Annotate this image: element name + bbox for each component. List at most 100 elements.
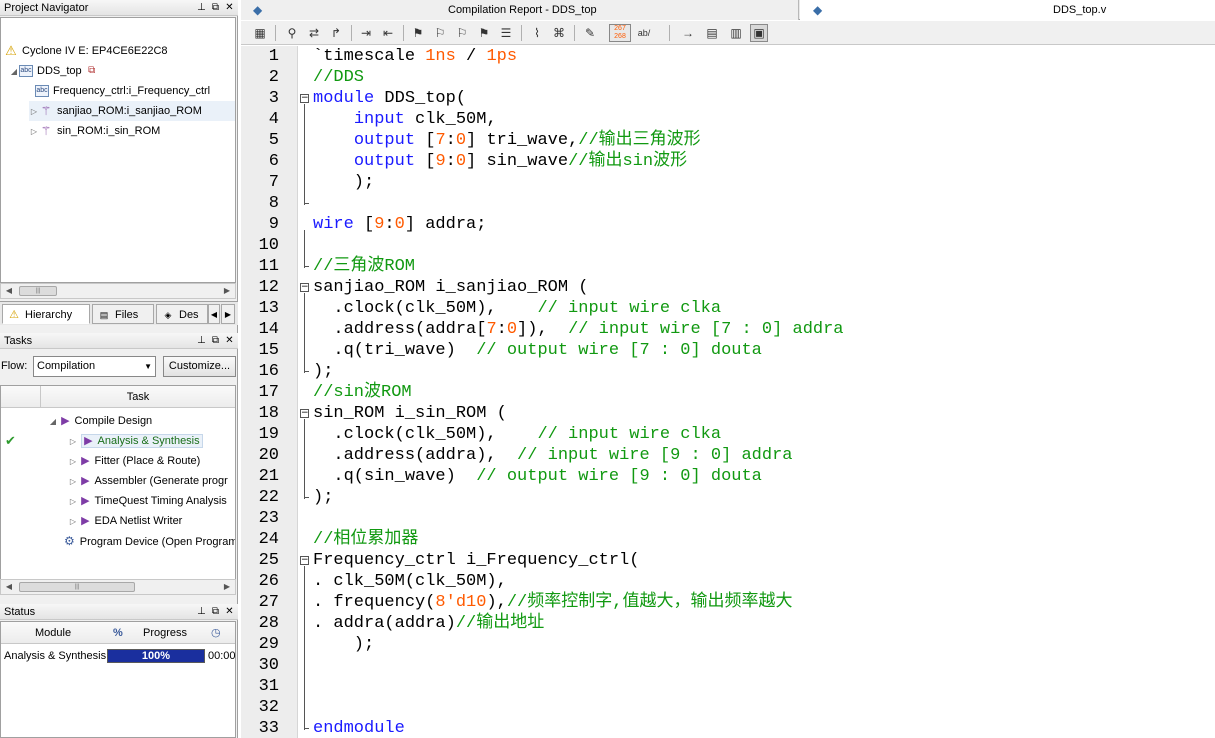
expand-arrow-icon[interactable]: ▷ — [68, 472, 78, 491]
task-row-fitter[interactable]: ▷ ▶ Fitter (Place & Route) — [1, 451, 235, 471]
replace-icon[interactable]: ⇄ — [305, 24, 323, 42]
navigator-horizontal-scrollbar[interactable]: ◀ ||| ▶ — [0, 283, 236, 299]
project-navigator-title: Project Navigator ⊥ ⧉ ✕ — [0, 0, 238, 16]
bookmark-clear-icon[interactable]: ⚑ — [475, 24, 493, 42]
spell-check-icon[interactable]: ab/ — [635, 24, 653, 42]
flow-select-value: Compilation — [37, 360, 96, 372]
fold-toggle-icon[interactable]: − — [300, 283, 309, 292]
device-row[interactable]: ⚠ Cyclone IV E: EP4CE6E22C8 — [4, 41, 167, 61]
pane-controls: ⊥ ⧉ ✕ — [197, 333, 234, 349]
restore-icon[interactable]: ⧉ — [211, 604, 220, 620]
fold-toggle-icon[interactable]: − — [300, 409, 309, 418]
flow-bar: Flow: Compilation ▼ Customize... — [0, 353, 238, 381]
line-number: 25 — [258, 551, 279, 570]
expand-arrow-icon[interactable]: ▷ — [68, 492, 78, 511]
task-label: Fitter (Place & Route) — [94, 455, 201, 467]
scroll-thumb[interactable]: ||| — [19, 582, 135, 592]
indent-icon[interactable]: ⇥ — [357, 24, 375, 42]
task-row-analysis-synthesis[interactable]: ✔ ▷ ▶ Analysis & Synthesis — [1, 431, 235, 451]
expand-arrow-icon[interactable]: ▷ — [29, 122, 39, 142]
flow-select[interactable]: Compilation ▼ — [33, 356, 156, 377]
task-row-compile-design[interactable]: ◢ ▶ Compile Design — [1, 411, 235, 431]
pin-icon[interactable]: ⊥ — [197, 333, 206, 349]
code-line: Frequency_ctrl i_Frequency_ctrl( — [313, 551, 640, 570]
bookmark-list-icon[interactable]: ☰ — [497, 24, 515, 42]
line-numbers-icon[interactable]: 267 268 — [609, 24, 631, 42]
tree-item-label: sin_ROM:i_sin_ROM — [57, 125, 161, 137]
line-number: 24 — [258, 530, 279, 549]
view-split-icon[interactable]: ▥ — [727, 24, 745, 42]
fold-toggle-icon[interactable]: − — [300, 556, 309, 565]
tree-item-frequency-ctrl[interactable]: abc Frequency_ctrl:i_Frequency_ctrl — [35, 81, 210, 101]
pin-icon[interactable]: ⊥ — [197, 0, 206, 16]
goto-line-icon[interactable]: ↱ — [327, 24, 345, 42]
close-icon[interactable]: ✕ — [225, 333, 234, 349]
code-line: output [9:0] sin_wave//输出sin波形 — [353, 152, 688, 171]
status-table: Module % Progress ◷ Analysis & Synthesis… — [0, 621, 236, 738]
template-icon[interactable]: ⌘ — [550, 24, 568, 42]
bookmark-toggle-icon[interactable]: ⚑ — [409, 24, 427, 42]
line-number: 3 — [268, 89, 279, 108]
line-number: 17 — [258, 383, 279, 402]
tab-design-units[interactable]: ◈ Des — [156, 304, 208, 324]
view-full-icon[interactable]: ▣ — [750, 24, 768, 42]
restore-icon[interactable]: ⧉ — [211, 333, 220, 349]
ip-catalog-icon[interactable]: ▦ — [251, 24, 269, 42]
bookmark-prev-icon[interactable]: ⚐ — [453, 24, 471, 42]
unindent-icon[interactable]: ⇤ — [379, 24, 397, 42]
scroll-right-icon[interactable]: ▶ — [220, 285, 234, 297]
scroll-right-icon[interactable]: ▶ — [220, 581, 234, 593]
scroll-left-icon[interactable]: ◀ — [2, 581, 16, 593]
code-line: //DDS — [313, 68, 365, 87]
fold-toggle-icon[interactable]: − — [300, 94, 309, 103]
close-icon[interactable]: ✕ — [225, 0, 234, 16]
collapse-arrow-icon[interactable]: ◢ — [48, 412, 58, 431]
line-number: 22 — [258, 488, 279, 507]
insert-icon[interactable]: → — [679, 24, 697, 42]
task-row-program-device[interactable]: ⚙ Program Device (Open Program — [1, 531, 235, 551]
find-icon[interactable]: ⚲ — [283, 24, 301, 42]
toolbar-separator — [403, 25, 404, 41]
close-icon[interactable]: ✕ — [225, 604, 234, 620]
tab-dds-top-v[interactable]: ◆ DDS_top.v — [800, 0, 1215, 20]
hierarchy-tab-icon: ⚠ — [9, 309, 19, 322]
scroll-thumb[interactable]: ||| — [19, 286, 57, 296]
tab-files[interactable]: ▤ Files — [92, 304, 154, 324]
tab-files-label: Files — [115, 309, 139, 321]
tasks-horizontal-scrollbar[interactable]: ◀ ||| ▶ — [0, 579, 236, 595]
tab-compilation-report[interactable]: ◆ Compilation Report - DDS_top — [241, 0, 799, 20]
code-line: . addra(addra)//输出地址 — [313, 614, 545, 633]
expand-arrow-icon[interactable]: ▷ — [29, 102, 39, 122]
pin-icon[interactable]: ⊥ — [197, 604, 206, 620]
tabs-scroll-left-icon[interactable]: ◀ — [208, 304, 220, 324]
tab-hierarchy[interactable]: ⚠ Hierarchy — [2, 304, 90, 324]
tree-item-sin-rom[interactable]: ▷ ⚚ sin_ROM:i_sin_ROM — [29, 121, 160, 141]
code-line: //sin波ROM — [313, 383, 412, 402]
restore-icon[interactable]: ⧉ — [211, 0, 220, 16]
collapse-arrow-icon[interactable]: ◢ — [9, 62, 19, 82]
code-line: sanjiao_ROM i_sanjiao_ROM ( — [313, 278, 589, 297]
line-number: 20 — [258, 446, 279, 465]
code-line: . frequency(8'd10),//频率控制字,值越大，输出频率越大 — [313, 593, 793, 612]
code-editor[interactable]: 1 2 3 4 5 6 7 8 9 10 11 12 13 14 15 16 17 18 19 20 21 22 23 24 2… — [241, 46, 1215, 738]
fold-end-marker — [304, 203, 309, 204]
scroll-left-icon[interactable]: ◀ — [2, 285, 16, 297]
view-source-icon[interactable]: ▤ — [703, 24, 721, 42]
expand-arrow-icon[interactable]: ▷ — [68, 512, 78, 531]
comment-icon[interactable]: ✎ — [581, 24, 599, 42]
task-header: Task — [1, 386, 235, 408]
tasks-title: Tasks ⊥ ⧉ ✕ — [0, 333, 238, 349]
task-row-eda-netlist[interactable]: ▷ ▶ EDA Netlist Writer — [1, 511, 235, 531]
pane-controls: ⊥ ⧉ ✕ — [197, 0, 234, 16]
task-row-assembler[interactable]: ▷ ▶ Assembler (Generate progr — [1, 471, 235, 491]
tree-item-sanjiao-rom[interactable]: ▷ ⚚ sanjiao_ROM:i_sanjiao_ROM — [29, 101, 235, 121]
tabs-scroll-right-icon[interactable]: ▶ — [221, 304, 235, 324]
customize-button[interactable]: Customize... — [163, 356, 236, 377]
task-row-timequest[interactable]: ▷ ▶ TimeQuest Timing Analysis — [1, 491, 235, 511]
top-entity-row[interactable]: ◢ abc DDS_top ⧉ — [9, 61, 103, 81]
expand-arrow-icon[interactable]: ▷ — [68, 432, 78, 451]
task-label: Assembler (Generate progr — [94, 475, 228, 487]
attach-icon[interactable]: ⌇ — [528, 24, 546, 42]
bookmark-next-icon[interactable]: ⚐ — [431, 24, 449, 42]
expand-arrow-icon[interactable]: ▷ — [68, 452, 78, 471]
